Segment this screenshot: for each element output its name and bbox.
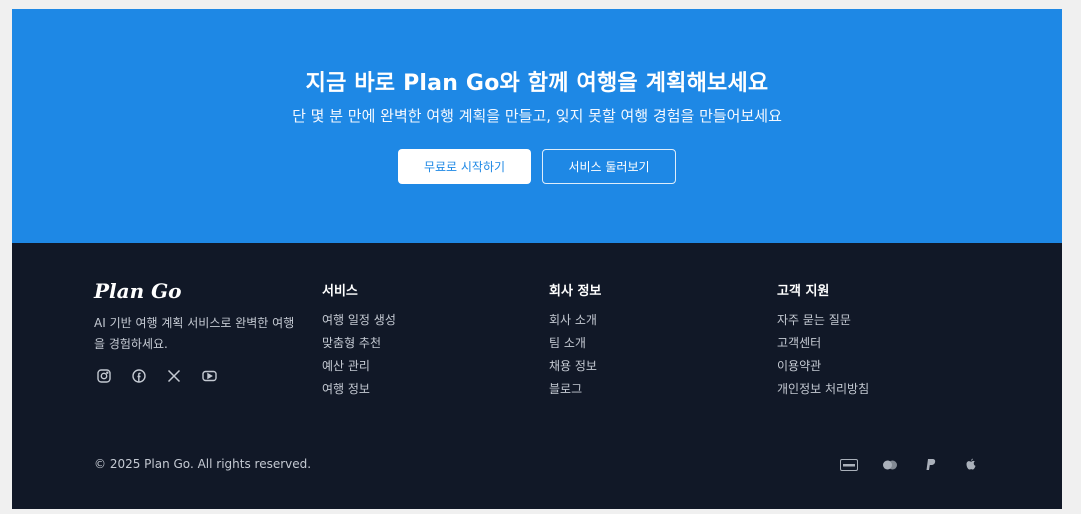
copyright: © 2025 Plan Go. All rights reserved. [94, 457, 312, 471]
social-links [96, 368, 217, 384]
page-frame: 지금 바로 Plan Go와 함께 여행을 계획해보세요 단 몇 분 만에 완벽… [12, 9, 1062, 509]
payment-methods [838, 457, 982, 473]
browse-service-button[interactable]: 서비스 둘러보기 [542, 149, 676, 184]
paypal-icon [920, 457, 941, 473]
link-blog[interactable]: 블로그 [549, 381, 601, 404]
start-free-button[interactable]: 무료로 시작하기 [398, 149, 531, 184]
column-heading: 회사 정보 [549, 284, 602, 299]
link-about[interactable]: 회사 소개 [549, 312, 601, 335]
brand-description: AI 기반 여행 계획 서비스로 완벽한 여행을 경험하세요. [94, 316, 295, 351]
footer: Plan Go AI 기반 여행 계획 서비스로 완벽한 여행을 경험하세요. [12, 243, 1062, 509]
cta-section: 지금 바로 Plan Go와 함께 여행을 계획해보세요 단 몇 분 만에 완벽… [12, 9, 1062, 243]
youtube-icon[interactable] [201, 368, 217, 384]
scrollbar-track[interactable] [1062, 0, 1081, 514]
link-budget[interactable]: 예산 관리 [322, 358, 396, 381]
column-heading: 서비스 [322, 284, 358, 299]
support-column: 고객 지원 자주 묻는 질문 고객센터 이용약관 개인정보 처리방침 [777, 280, 869, 404]
x-icon[interactable] [166, 368, 182, 384]
company-column: 회사 정보 회사 소개 팀 소개 채용 정보 블로그 [549, 280, 601, 404]
link-terms[interactable]: 이용약관 [777, 358, 869, 381]
footer-logo[interactable]: Plan Go [94, 279, 182, 303]
link-recommendation[interactable]: 맞춤형 추천 [322, 335, 396, 358]
instagram-icon[interactable] [96, 368, 112, 384]
link-faq[interactable]: 자주 묻는 질문 [777, 312, 869, 335]
link-trip-schedule[interactable]: 여행 일정 생성 [322, 312, 396, 335]
link-team[interactable]: 팀 소개 [549, 335, 601, 358]
visa-icon [838, 457, 859, 473]
facebook-icon[interactable] [131, 368, 147, 384]
service-column: 서비스 여행 일정 생성 맞춤형 추천 예산 관리 여행 정보 [322, 280, 396, 404]
cta-subtitle: 단 몇 분 만에 완벽한 여행 계획을 만들고, 잊지 못할 여행 경험을 만들… [292, 107, 782, 125]
column-heading: 고객 지원 [777, 284, 830, 299]
link-customer-center[interactable]: 고객센터 [777, 335, 869, 358]
mastercard-icon [879, 457, 900, 473]
cta-title: 지금 바로 Plan Go와 함께 여행을 계획해보세요 [305, 71, 769, 96]
link-travel-info[interactable]: 여행 정보 [322, 381, 396, 404]
apple-icon [961, 457, 982, 473]
link-careers[interactable]: 채용 정보 [549, 358, 601, 381]
link-privacy[interactable]: 개인정보 처리방침 [777, 381, 869, 404]
